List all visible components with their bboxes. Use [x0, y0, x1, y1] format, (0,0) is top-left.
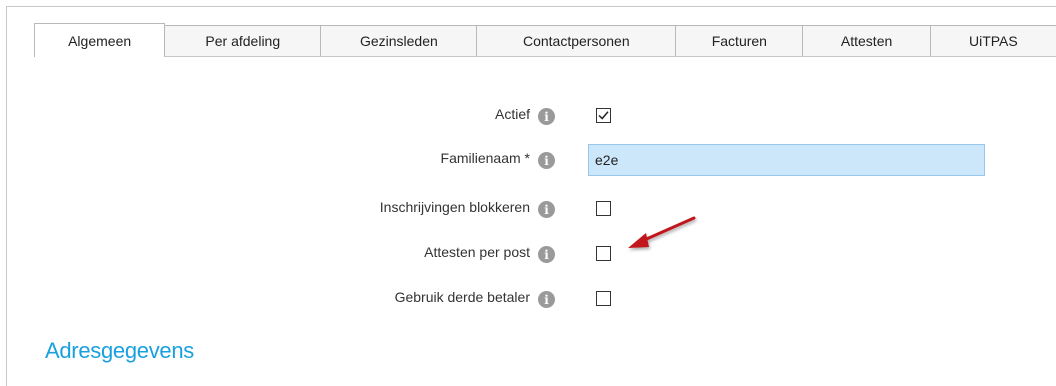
info-icon[interactable]: i	[538, 152, 555, 169]
checkmark-icon	[598, 111, 609, 120]
tab-per-afdeling[interactable]: Per afdeling	[164, 25, 322, 56]
field-row-attesten-per-post: Attesten per post i	[0, 242, 1056, 266]
section-title-adresgegevens: Adresgegevens	[45, 338, 194, 363]
actief-label: Actief	[494, 106, 530, 122]
field-row-actief: Actief i	[0, 104, 1056, 128]
inschrijvingen-blokkeren-label: Inschrijvingen blokkeren	[379, 199, 530, 215]
gebruik-derde-betaler-label: Gebruik derde betaler	[394, 289, 530, 305]
tab-contactpersonen[interactable]: Contactpersonen	[476, 25, 677, 56]
info-icon[interactable]: i	[538, 108, 555, 125]
actief-checkbox[interactable]	[596, 108, 611, 123]
field-row-gebruik-derde-betaler: Gebruik derde betaler i	[0, 287, 1056, 311]
annotation-arrow-icon	[628, 216, 696, 248]
tab-bar: Algemeen Per afdeling Gezinsleden Contac…	[34, 23, 1056, 57]
gebruik-derde-betaler-checkbox[interactable]	[596, 291, 611, 306]
tab-algemeen[interactable]: Algemeen	[34, 23, 166, 57]
form-panel	[6, 6, 1056, 386]
tab-facturen[interactable]: Facturen	[675, 25, 804, 56]
attesten-per-post-label: Attesten per post	[424, 244, 530, 260]
tab-attesten[interactable]: Attesten	[802, 25, 931, 56]
familienaam-label: Familienaam *	[440, 150, 530, 166]
info-icon[interactable]: i	[538, 246, 555, 263]
tab-uitpas[interactable]: UiTPAS	[929, 25, 1056, 56]
info-icon[interactable]: i	[538, 291, 555, 308]
tab-gezinsleden[interactable]: Gezinsleden	[320, 25, 478, 56]
info-icon[interactable]: i	[538, 201, 555, 218]
familienaam-input[interactable]	[588, 144, 985, 176]
field-row-inschrijvingen-blokkeren: Inschrijvingen blokkeren i	[0, 197, 1056, 221]
inschrijvingen-blokkeren-checkbox[interactable]	[596, 201, 611, 216]
attesten-per-post-checkbox[interactable]	[596, 246, 611, 261]
